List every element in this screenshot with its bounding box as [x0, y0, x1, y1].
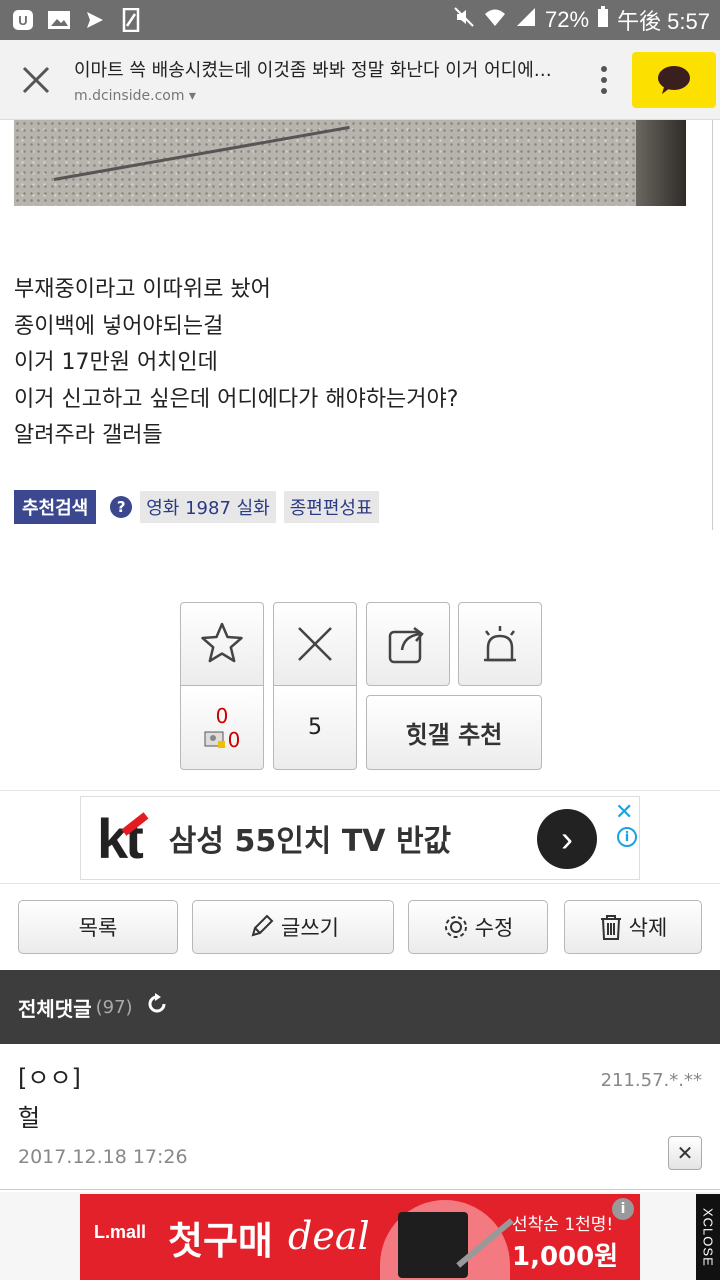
- image-notification-icon: [46, 8, 72, 32]
- post-line: 이거 17만원 어치인데: [14, 350, 218, 375]
- write-label: 글쓰기: [281, 916, 339, 940]
- write-button[interactable]: 글쓰기: [192, 900, 394, 954]
- post-actions: 목록 글쓰기 수정 삭제: [0, 900, 720, 956]
- page-title: 이마트 쓱 배송시켰는데 이것좀 봐봐 정말 화난다 이거 어디에 신고...: [74, 59, 554, 81]
- list-button[interactable]: 목록: [18, 900, 178, 954]
- more-vert-icon[interactable]: [584, 65, 624, 94]
- post-image: [14, 120, 686, 206]
- edit-button[interactable]: 수정: [408, 900, 548, 954]
- send-notification-icon: [82, 8, 108, 32]
- recommend-search-label: 추천검색: [14, 490, 97, 524]
- edit-label: 수정: [474, 916, 514, 940]
- bottom-ad-deal: deal: [288, 1214, 370, 1258]
- browser-toolbar: 이마트 쓱 배송시켰는데 이것좀 봐봐 정말 화난다 이거 어디에 신고... …: [0, 40, 720, 120]
- fixed-user-icon: [204, 731, 225, 748]
- wifi-icon: [483, 6, 507, 34]
- report-button[interactable]: [458, 602, 542, 686]
- bottom-ad-info-icon[interactable]: i: [612, 1198, 634, 1220]
- search-tag[interactable]: 종편편성표: [283, 491, 379, 523]
- post-line: 알려주라 갤러들: [14, 423, 163, 448]
- close-icon[interactable]: [0, 40, 72, 120]
- ad-banner: kt 삼성 55인치 TV 반값 › ✕ i: [0, 790, 720, 884]
- comments-label: 전체댓글: [18, 996, 92, 1021]
- ad-text: 삼성 55인치 TV 반값: [168, 824, 452, 859]
- recommend-button[interactable]: [180, 602, 264, 686]
- lmall-logo: L.mall: [94, 1222, 147, 1242]
- refresh-icon[interactable]: [145, 992, 169, 1023]
- page-domain: m.dcinside.com ▾: [74, 87, 196, 104]
- ad-box[interactable]: kt 삼성 55인치 TV 반값 › ✕ i: [80, 796, 640, 880]
- app-notification-icon: U: [10, 8, 36, 32]
- hitgall-label: 힛갤 추천: [405, 721, 503, 749]
- ad-close-icon[interactable]: ✕: [615, 799, 633, 825]
- mute-icon: [453, 6, 475, 34]
- gear-icon: [444, 916, 467, 938]
- kt-logo: kt: [97, 806, 149, 871]
- bottom-ad-box[interactable]: L.mall 첫구매 deal 선착순 1천명! 1,000원 i: [80, 1194, 640, 1280]
- comments-header: 전체댓글 (97): [0, 970, 720, 1044]
- comment-delete-button[interactable]: ✕: [668, 1136, 702, 1170]
- post-line: 부재중이라고 이따위로 놨어: [14, 277, 271, 302]
- dropdown-icon: ▾: [184, 87, 196, 104]
- signal-icon: [515, 6, 537, 34]
- share-icon: [388, 627, 424, 664]
- nonrecommend-count: 5: [308, 715, 322, 740]
- bottom-ad-main: 첫구매: [168, 1219, 273, 1263]
- comment-ip: 211.57.*.**: [600, 1070, 702, 1091]
- bottom-ad-close-button[interactable]: XCLOSE: [696, 1194, 720, 1280]
- fixed-recommend-count: 0: [227, 727, 241, 752]
- comment-author[interactable]: [ㅇㅇ]: [18, 1058, 81, 1093]
- scrollbar[interactable]: [712, 120, 720, 530]
- pencil-icon: [251, 914, 274, 937]
- chevron-right-icon[interactable]: ›: [537, 809, 597, 869]
- nonrecommend-button[interactable]: [273, 602, 357, 686]
- nonrecommend-count-box: 5: [273, 685, 357, 770]
- vote-box: 0 0 5 힛갤 추천: [180, 602, 542, 770]
- comment-text: 헐: [18, 1104, 41, 1132]
- comment-item: [ㅇㅇ] 211.57.*.** 헐 2017.12.18 17:26 ✕: [0, 1044, 720, 1190]
- clock: 午後 5:57: [617, 9, 710, 34]
- search-tag[interactable]: 영화 1987 실화: [140, 491, 276, 523]
- cross-icon: [298, 627, 332, 661]
- kakaotalk-icon: [658, 65, 690, 94]
- product-image: [380, 1200, 514, 1280]
- post-body: 부재중이라고 이따위로 놨어 종이백에 넣어야되는걸 이거 17만원 어치인데 …: [14, 272, 704, 455]
- status-bar: U 72% 午後 5:57: [0, 0, 720, 40]
- list-label: 목록: [78, 916, 118, 940]
- svg-text:U: U: [18, 13, 27, 28]
- recommended-search: 추천검색 ? 영화 1987 실화 종편편성표: [14, 490, 379, 524]
- comments-count: (97): [95, 996, 133, 1018]
- battery-percent: 72%: [545, 7, 590, 32]
- bottom-ad-line1: 선착순 1천명!: [512, 1215, 614, 1235]
- delete-button[interactable]: 삭제: [564, 900, 702, 954]
- bottom-ad-line2: 1,000원: [512, 1242, 619, 1272]
- delete-label: 삭제: [628, 916, 668, 940]
- siren-icon: [484, 626, 516, 662]
- trash-icon: [600, 915, 621, 940]
- bottom-ad: L.mall 첫구매 deal 선착순 1천명! 1,000원 i XCLOSE: [0, 1192, 720, 1280]
- recommend-count: 0: [215, 703, 229, 728]
- file-notification-icon: [118, 8, 144, 32]
- post-line: 종이백에 넣어야되는걸: [14, 313, 224, 339]
- star-icon: [201, 622, 243, 663]
- kakaotalk-share-button[interactable]: [632, 51, 716, 108]
- battery-icon: [597, 6, 609, 34]
- ad-info-icon[interactable]: i: [617, 827, 637, 847]
- url-area[interactable]: 이마트 쓱 배송시켰는데 이것좀 봐봐 정말 화난다 이거 어디에 신고... …: [72, 56, 584, 104]
- help-icon[interactable]: ?: [110, 496, 133, 518]
- recommend-count-box: 0 0: [180, 685, 264, 770]
- comment-date: 2017.12.18 17:26: [18, 1146, 188, 1168]
- hitgall-recommend-button[interactable]: 힛갤 추천: [366, 695, 542, 770]
- share-button[interactable]: [366, 602, 450, 686]
- post-line: 이거 신고하고 싶은데 어디에다가 해야하는거야?: [14, 386, 459, 412]
